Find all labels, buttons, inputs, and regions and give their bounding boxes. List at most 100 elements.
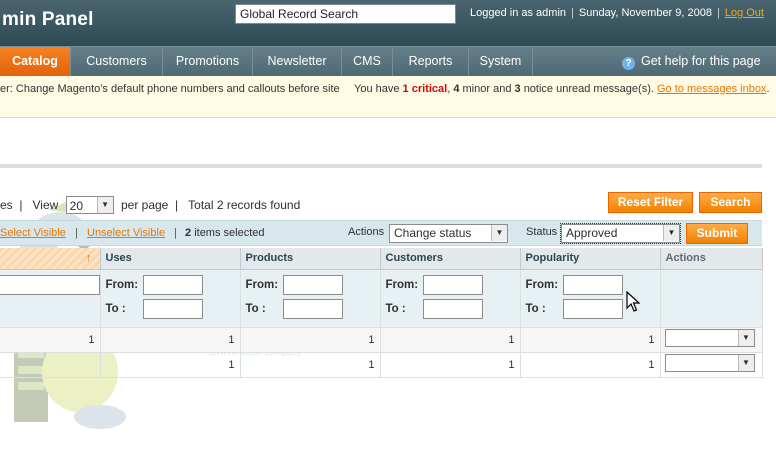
logout-link[interactable]: Log Out xyxy=(725,7,764,19)
pager: es | View 20 ▼ per page | Total 2 records… xyxy=(0,196,300,214)
minor-count: 4 xyxy=(453,83,460,95)
current-date: Sunday, November 9, 2008 xyxy=(578,7,712,19)
sort-arrow-icon: ↑ xyxy=(86,252,92,265)
global-search-input[interactable] xyxy=(235,4,456,24)
logged-in-text: Logged in as admin xyxy=(470,7,567,19)
filter-cell xyxy=(0,269,101,328)
selected-label: items selected xyxy=(194,227,265,239)
selected-count: 2 xyxy=(185,227,192,239)
separator: | xyxy=(16,198,30,212)
main-nav: Catalog Customers Promotions Newsletter … xyxy=(0,46,776,76)
separator: | xyxy=(716,7,720,19)
separator: | xyxy=(174,227,177,239)
help-label: Get help for this page xyxy=(641,54,761,68)
massaction-bar: Select Visible | Unselect Visible | 2 it… xyxy=(0,220,762,246)
cell-products: 1 xyxy=(240,327,381,353)
table-row[interactable]: 1 1 1 1 ▼ xyxy=(0,352,763,378)
cell-products: 1 xyxy=(240,352,381,378)
cell-actions: ▼ xyxy=(660,352,763,378)
nav-item-cms[interactable]: CMS xyxy=(342,47,393,76)
nav-item-catalog[interactable]: Catalog xyxy=(0,47,71,76)
minor-label: minor and xyxy=(462,83,512,95)
chevron-down-icon: ▼ xyxy=(737,330,754,346)
status-select[interactable]: Approved ▼ xyxy=(560,223,681,244)
nav-item-promotions[interactable]: Promotions xyxy=(163,47,253,76)
uses-to-input[interactable] xyxy=(142,298,203,319)
header-user-info: Logged in as admin | Sunday, November 9, 2… xyxy=(470,7,764,19)
column-header-customers[interactable]: Customers xyxy=(380,248,521,270)
filter-row: From: To : From: To : From: To : From: T… xyxy=(0,269,763,328)
messages-inbox-link[interactable]: Go to messages inbox xyxy=(657,83,766,95)
notice-label: notice unread message(s). xyxy=(523,83,654,95)
cell-uses: 1 xyxy=(100,327,241,353)
reviews-grid: ↑ Uses Products Customers Popularity Act… xyxy=(0,248,763,378)
total-records: Total 2 records found xyxy=(188,198,301,212)
from-label: From: xyxy=(385,278,419,291)
filter-cell-actions xyxy=(660,269,763,328)
popularity-from-input[interactable] xyxy=(562,274,623,295)
chevron-down-icon: ▼ xyxy=(663,225,679,241)
actions-select[interactable]: Change status ▼ xyxy=(389,224,508,243)
filter-cell-customers: From: To : xyxy=(380,269,521,328)
nav-item-system[interactable]: System xyxy=(469,47,533,76)
products-to-input[interactable] xyxy=(282,298,343,319)
filter-cell-products: From: To : xyxy=(240,269,381,328)
notice-you-have: You have xyxy=(354,83,400,95)
column-header-actions: Actions xyxy=(660,248,763,270)
nav-item-customers[interactable]: Customers xyxy=(71,47,163,76)
separator: | xyxy=(571,7,574,19)
critical-label: critical xyxy=(411,83,448,95)
unselect-visible-link[interactable]: Unselect Visible xyxy=(87,227,165,239)
help-link[interactable]: ? Get help for this page xyxy=(622,47,761,76)
column-header-uses[interactable]: Uses xyxy=(100,248,241,270)
from-label: From: xyxy=(245,278,279,291)
column-header-products[interactable]: Products xyxy=(240,248,381,270)
notice-end: . xyxy=(766,83,770,95)
search-button[interactable]: Search xyxy=(699,192,762,213)
products-from-input[interactable] xyxy=(282,274,343,295)
per-page-select[interactable]: 20 ▼ xyxy=(65,196,114,214)
reset-filter-button[interactable]: Reset Filter xyxy=(608,192,693,213)
nav-item-newsletter[interactable]: Newsletter xyxy=(253,47,342,76)
critical-count: 1 xyxy=(402,83,409,95)
from-label: From: xyxy=(525,278,559,291)
unread-messages-summary: You have 1 critical, 4 minor and 3 notic… xyxy=(354,83,770,95)
cell-first xyxy=(0,352,101,378)
from-label: From: xyxy=(105,278,139,291)
cell-first: 1 xyxy=(0,327,101,353)
cell-uses: 1 xyxy=(100,352,241,378)
actions-label: Actions xyxy=(348,226,385,238)
chevron-down-icon: ▼ xyxy=(96,197,113,213)
cell-actions: ▼ xyxy=(660,327,763,353)
sorted-column-header[interactable]: ↑ xyxy=(0,248,101,270)
row-action-select[interactable]: ▼ xyxy=(664,329,755,347)
content-divider xyxy=(0,164,762,168)
filter-cell-uses: From: To : xyxy=(100,269,241,328)
column-header-popularity[interactable]: Popularity xyxy=(520,248,661,270)
per-page-value: 20 xyxy=(69,198,83,213)
select-visible-link[interactable]: Select Visible xyxy=(0,227,66,239)
customers-from-input[interactable] xyxy=(422,274,483,295)
status-select-value: Approved xyxy=(566,226,618,240)
cell-customers: 1 xyxy=(380,352,521,378)
cell-popularity: 1 xyxy=(520,327,661,353)
grid-header-row: ↑ Uses Products Customers Popularity Act… xyxy=(0,248,763,270)
page-title: min Panel xyxy=(2,9,94,30)
top-header: min Panel Logged in as admin | Sunday, Nov… xyxy=(0,0,776,46)
to-label: To : xyxy=(525,302,546,315)
per-page-label: per page xyxy=(120,198,169,212)
actions-select-value: Change status xyxy=(394,226,472,240)
row-action-select[interactable]: ▼ xyxy=(664,354,755,372)
nav-item-reports[interactable]: Reports xyxy=(393,47,469,76)
to-label: To : xyxy=(385,302,406,315)
popularity-to-input[interactable] xyxy=(562,298,623,319)
help-icon: ? xyxy=(622,57,635,70)
table-row[interactable]: 1 1 1 1 1 ▼ xyxy=(0,327,763,353)
view-label: View xyxy=(32,198,59,212)
submit-button[interactable]: Submit xyxy=(686,223,748,244)
uses-from-input[interactable] xyxy=(142,274,203,295)
filter-input[interactable] xyxy=(0,274,100,295)
status-label: Status xyxy=(526,226,558,238)
customers-to-input[interactable] xyxy=(422,298,483,319)
notice-count: 3 xyxy=(514,83,521,95)
